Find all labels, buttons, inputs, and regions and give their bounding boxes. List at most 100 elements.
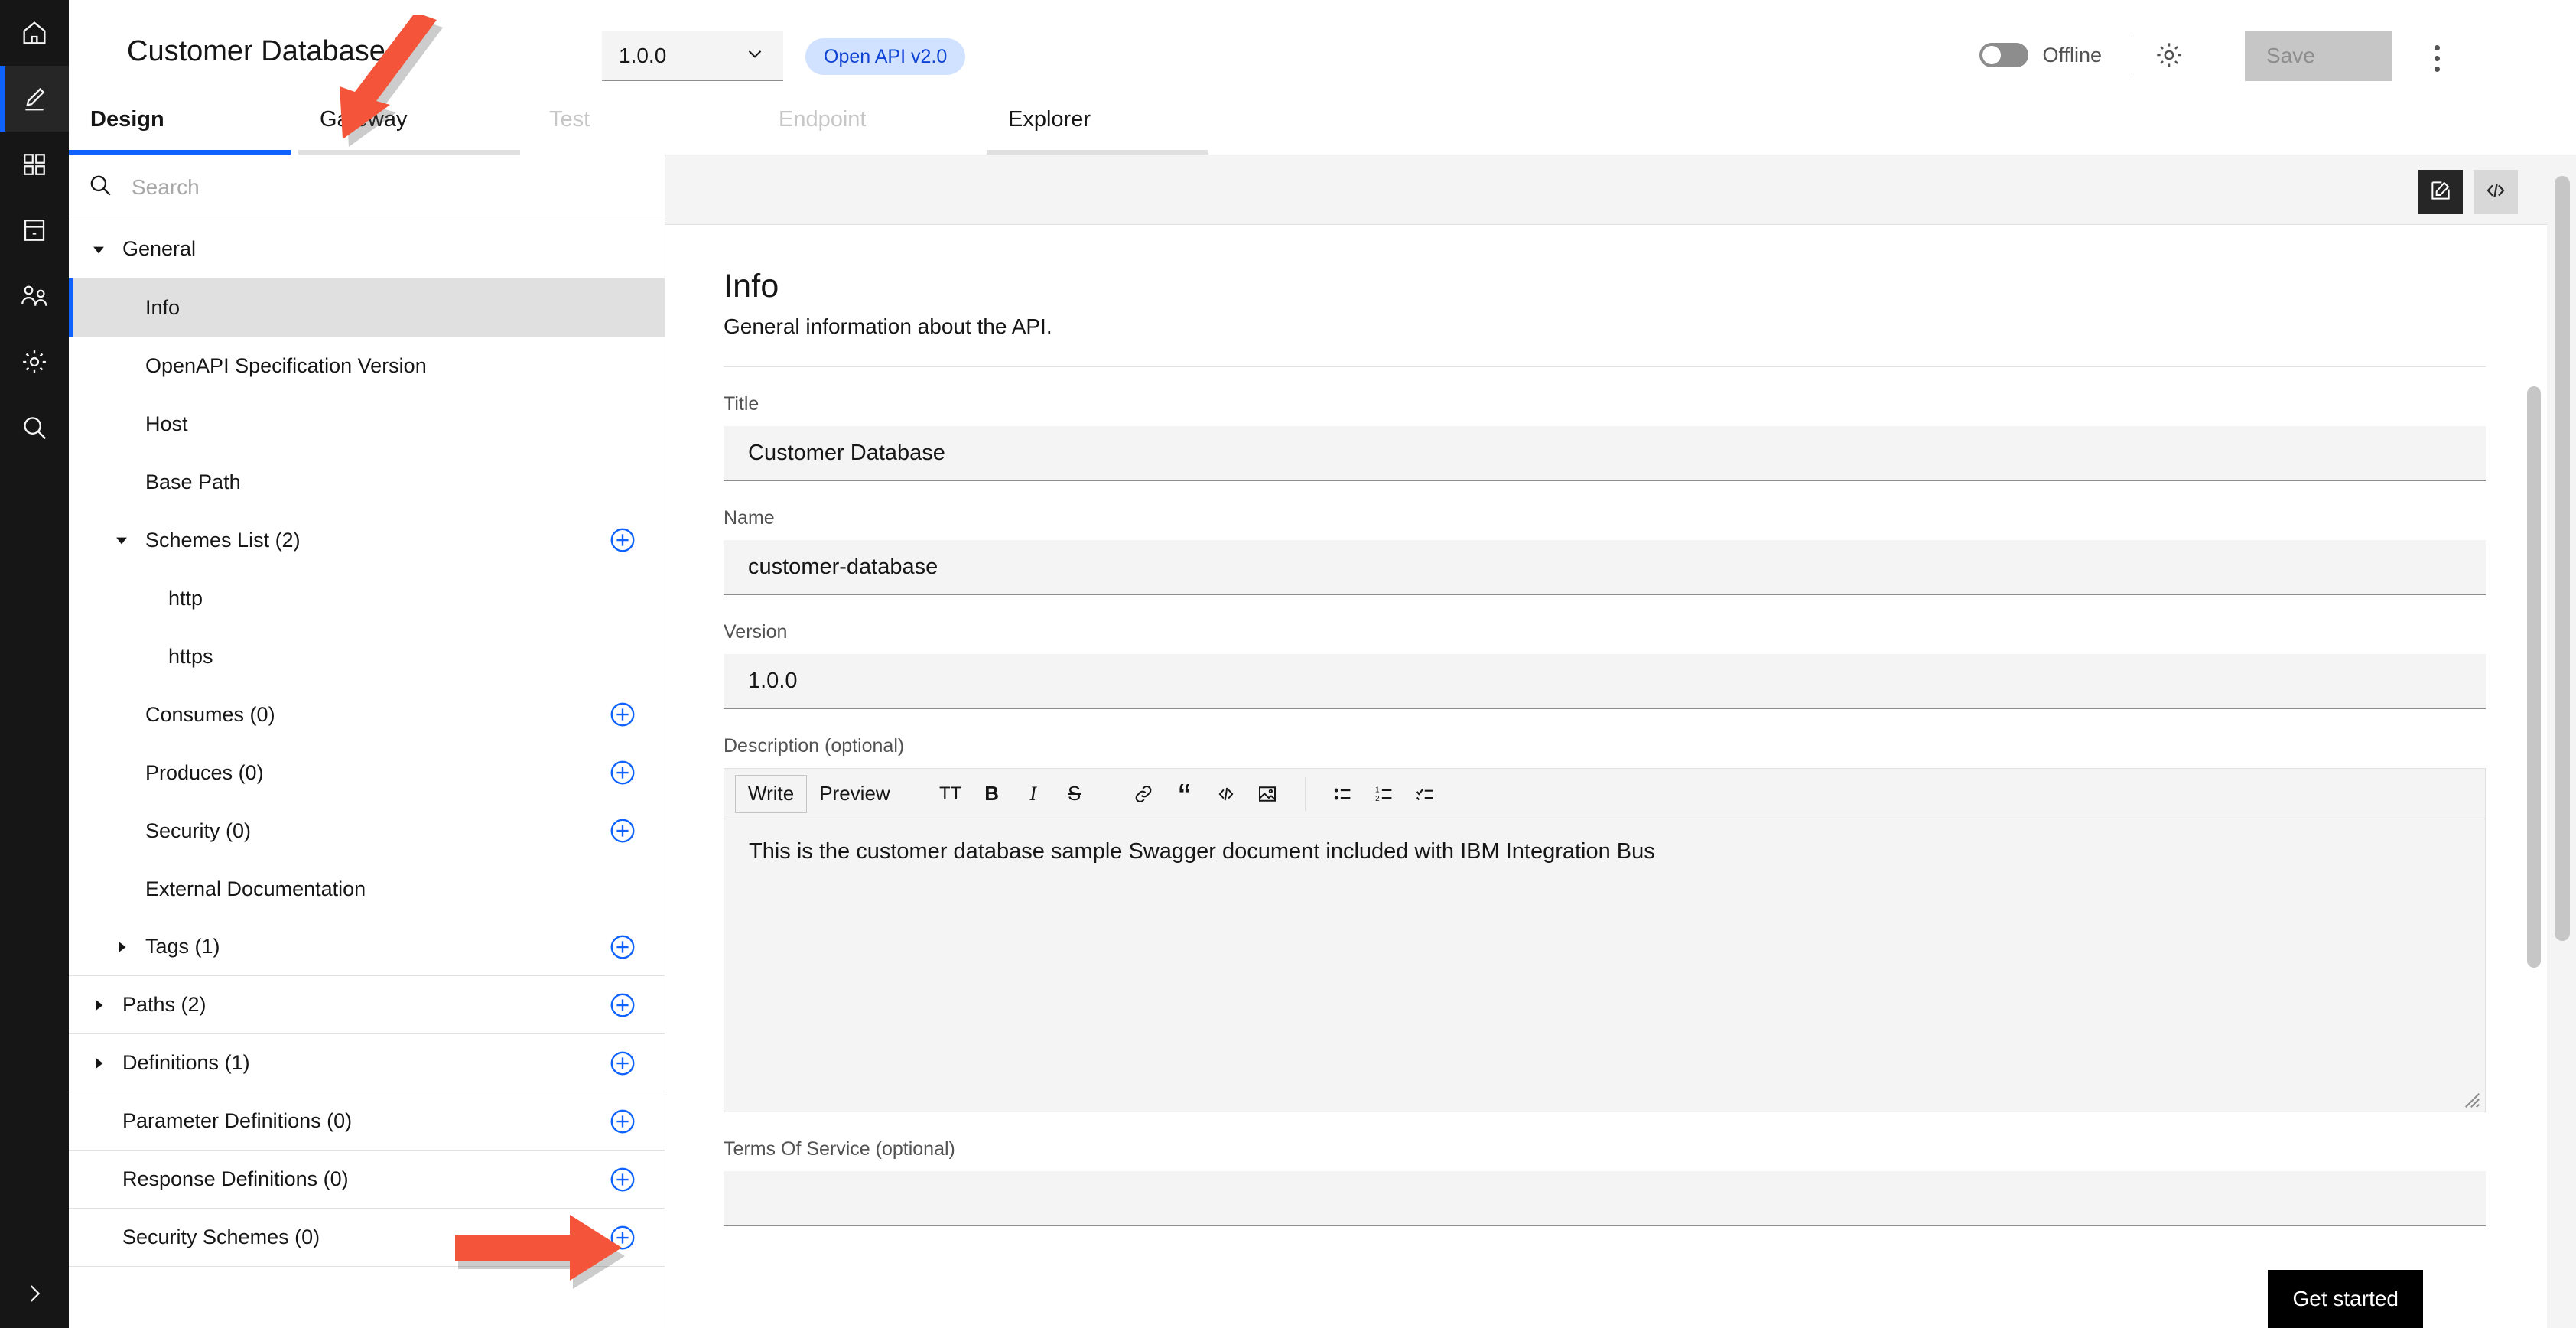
tree-item-definitions-1[interactable]: Definitions (1): [69, 1034, 665, 1092]
main-panel: Info General information about the API. …: [665, 155, 2547, 1328]
search-input[interactable]: Search: [69, 155, 665, 220]
code-icon[interactable]: [1205, 775, 1247, 813]
add-item-button[interactable]: [608, 700, 637, 729]
app-header: Customer Database 1.0.0 Open API v2.0 Of…: [69, 0, 2576, 122]
title-input[interactable]: Customer Database: [724, 426, 2486, 481]
heading-icon[interactable]: TT: [930, 775, 971, 813]
tree-item-label: Host: [145, 412, 188, 435]
tree-item-label: External Documentation: [145, 877, 366, 900]
tree-item-tags-1[interactable]: Tags (1): [69, 918, 665, 976]
bold-icon[interactable]: B: [971, 775, 1013, 813]
numbered-list-icon[interactable]: 1 2: [1364, 775, 1405, 813]
bullet-list-icon[interactable]: [1322, 775, 1364, 813]
terms-of-service-input[interactable]: [724, 1171, 2486, 1226]
tree-item-general[interactable]: General: [69, 220, 665, 278]
field-label: Version: [724, 621, 788, 643]
pencil-icon: [19, 83, 50, 114]
get-started-button[interactable]: Get started: [2268, 1270, 2423, 1328]
italic-icon[interactable]: I: [1013, 775, 1054, 813]
name-input[interactable]: customer-database: [724, 540, 2486, 595]
add-item-button[interactable]: [608, 1223, 637, 1252]
rail-item-settings[interactable]: [0, 329, 69, 395]
home-icon: [19, 18, 50, 48]
tab-label: Design: [90, 107, 164, 132]
caret-right-icon[interactable]: [112, 939, 132, 955]
tab-endpoint: Endpoint: [757, 107, 987, 155]
tree-item-produces-0[interactable]: Produces (0): [69, 744, 665, 802]
status-badge-openapi[interactable]: Open API v2.0: [805, 38, 966, 75]
rail-item-members[interactable]: [0, 263, 69, 329]
strikethrough-icon[interactable]: S: [1054, 775, 1095, 813]
tree-item-consumes-0[interactable]: Consumes (0): [69, 685, 665, 744]
tree-item-parameter-definitions-0[interactable]: Parameter Definitions (0): [69, 1092, 665, 1151]
app-window: Customer Database 1.0.0 Open API v2.0 Of…: [0, 0, 2576, 1328]
markdown-write-tab[interactable]: Write: [735, 774, 808, 813]
markdown-editor: Write Preview TT B I S “ 1 2 This is the…: [724, 768, 2486, 1112]
rail-item-home[interactable]: [0, 0, 69, 66]
tree-item-host[interactable]: Host: [69, 395, 665, 453]
rail-item-apps[interactable]: [0, 132, 69, 197]
tree-item-label: Consumes (0): [145, 702, 275, 726]
tree-item-external-documentation[interactable]: External Documentation: [69, 860, 665, 918]
add-item-button[interactable]: [608, 991, 637, 1020]
tree-item-paths-2[interactable]: Paths (2): [69, 976, 665, 1034]
page-scrollbar-track[interactable]: [2547, 155, 2576, 1328]
rail-expand-button[interactable]: [0, 1262, 69, 1328]
tree-item-info[interactable]: Info: [69, 278, 665, 337]
add-item-button[interactable]: [608, 816, 637, 845]
rail-item-search[interactable]: [0, 395, 69, 461]
tree-item-security-schemes-0[interactable]: Security Schemes (0): [69, 1209, 665, 1267]
description-textarea[interactable]: This is the customer database sample Swa…: [724, 819, 2485, 1112]
add-item-button[interactable]: [608, 758, 637, 787]
task-list-icon[interactable]: [1405, 775, 1446, 813]
search-icon: [20, 413, 49, 442]
markdown-preview-tab[interactable]: Preview: [807, 775, 902, 813]
add-item-button[interactable]: [608, 1049, 637, 1078]
version-select[interactable]: 1.0.0: [602, 31, 783, 81]
caret-down-icon[interactable]: [89, 241, 109, 258]
image-icon[interactable]: [1247, 775, 1288, 813]
tree-item-http[interactable]: http: [69, 569, 665, 627]
tree-item-security-0[interactable]: Security (0): [69, 802, 665, 860]
panel-scrollbar-thumb[interactable]: [2527, 386, 2541, 968]
add-item-button[interactable]: [608, 1165, 637, 1194]
add-item-button[interactable]: [608, 933, 637, 962]
header-settings-button[interactable]: [2152, 40, 2186, 73]
tab-gateway[interactable]: Gateway: [298, 107, 528, 155]
add-item-button[interactable]: [608, 526, 637, 555]
quote-icon[interactable]: “: [1164, 775, 1205, 813]
tree-item-openapi-specification-version[interactable]: OpenAPI Specification Version: [69, 337, 665, 395]
caret-right-icon[interactable]: [89, 997, 109, 1014]
rail-item-design[interactable]: [0, 66, 69, 132]
main-toolbar: [665, 155, 2547, 225]
tree-item-base-path[interactable]: Base Path: [69, 453, 665, 511]
rail-item-catalog[interactable]: [0, 197, 69, 263]
link-icon[interactable]: [1123, 775, 1164, 813]
field-title: Title Customer Database: [724, 393, 2486, 481]
add-item-button[interactable]: [608, 1107, 637, 1136]
tree-item-label: General: [122, 237, 197, 260]
kebab-dot: [2434, 55, 2440, 61]
chevron-down-icon: [743, 42, 766, 69]
tab-label: Test: [549, 107, 590, 132]
tree-item-label: http: [168, 586, 203, 610]
caret-down-icon[interactable]: [112, 532, 132, 548]
version-select-value: 1.0.0: [619, 43, 667, 67]
overflow-menu-button[interactable]: [2420, 38, 2454, 78]
tab-explorer[interactable]: Explorer: [987, 107, 1216, 155]
caret-right-icon[interactable]: [89, 1055, 109, 1072]
page-scrollbar-thumb[interactable]: [2555, 176, 2570, 941]
tree-item-response-definitions-0[interactable]: Response Definitions (0): [69, 1151, 665, 1209]
save-button[interactable]: Save: [2245, 31, 2392, 81]
resize-grip-icon[interactable]: [2459, 1087, 2480, 1108]
tree-item-https[interactable]: https: [69, 627, 665, 685]
search-icon: [87, 172, 113, 202]
source-editor-button[interactable]: [2474, 170, 2518, 214]
online-offline-toggle[interactable]: [1979, 43, 2029, 67]
kebab-dot: [2434, 66, 2440, 72]
version-input[interactable]: 1.0.0: [724, 654, 2486, 709]
tab-design[interactable]: Design: [69, 107, 298, 155]
form-editor-button[interactable]: [2418, 170, 2463, 214]
search-placeholder: Search: [132, 174, 200, 199]
tree-item-schemes-list-2[interactable]: Schemes List (2): [69, 511, 665, 569]
